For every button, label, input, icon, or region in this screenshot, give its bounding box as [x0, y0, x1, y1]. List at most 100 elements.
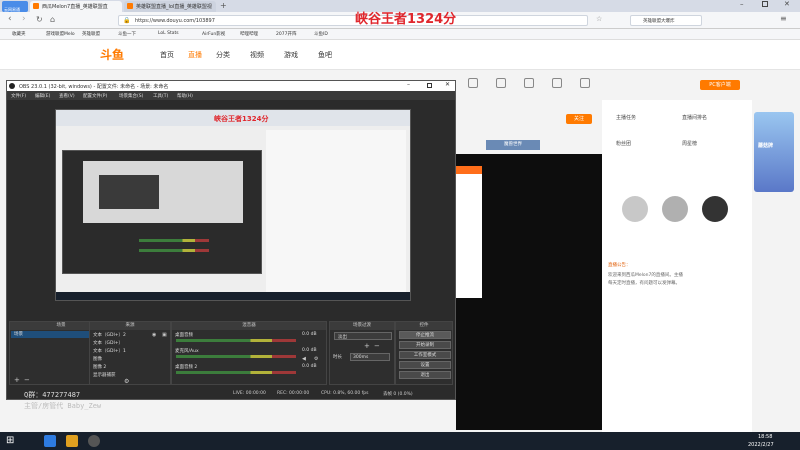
status-cpu: CPU: 0.8%, 60.00 fps: [321, 391, 369, 396]
follow-button[interactable]: 关注: [566, 114, 592, 124]
start-recording-button[interactable]: 开始录制: [399, 341, 451, 349]
avatar[interactable]: [662, 196, 688, 222]
obs-minimize-button[interactable]: –: [407, 81, 410, 88]
gear-icon[interactable]: ⚙: [314, 356, 318, 362]
transition-select-value: 淡出: [338, 335, 347, 340]
bookmark-item[interactable]: 斗鱼一下: [118, 31, 136, 37]
url-field[interactable]: 🔒 https://www.douyu.com/103897: [118, 15, 588, 26]
remove-scene-icon[interactable]: −: [24, 376, 30, 384]
browser-tab[interactable]: 英雄联盟直播_lol直播_英雄联盟视: [124, 1, 216, 12]
source-item[interactable]: 图像 2: [93, 364, 106, 370]
mixer-meter: [176, 371, 296, 374]
obs-taskbar-icon[interactable]: [88, 435, 100, 447]
studio-mode-button[interactable]: 工作室模式: [399, 351, 451, 359]
settings-button[interactable]: 设置: [399, 361, 451, 369]
remove-transition-icon[interactable]: −: [374, 342, 380, 350]
source-item[interactable]: 文本（GDI+）2: [93, 332, 126, 338]
stop-streaming-button[interactable]: 停止推流: [399, 331, 451, 339]
bookmark-item[interactable]: 英雄联盟: [82, 31, 100, 37]
source-item[interactable]: 文本（GDI+）: [93, 340, 123, 346]
side-label: 周星榜: [682, 141, 698, 147]
toolbar-icon[interactable]: [524, 78, 534, 88]
duration-input[interactable]: 300ms: [350, 353, 390, 361]
star-icon[interactable]: ☆: [596, 15, 602, 23]
transition-select[interactable]: 淡出: [334, 332, 392, 340]
moderator-text: 主管/房管代 Baby_Zew: [24, 402, 102, 410]
toolbar-icon[interactable]: [552, 78, 562, 88]
source-item[interactable]: 显示器捕获: [93, 372, 116, 378]
promo-banner[interactable]: 蘑菇牌: [754, 112, 794, 192]
bookmark-item[interactable]: 哔哩哔哩: [240, 31, 258, 37]
obs-menu-item[interactable]: 帮助(H): [177, 93, 193, 99]
add-transition-icon[interactable]: +: [364, 342, 370, 350]
obs-menu-item[interactable]: 编辑(E): [35, 93, 50, 99]
menu-icon[interactable]: ≡: [780, 14, 787, 23]
controls-dock: 控件 停止推流 开始录制 工作室模式 设置 退出: [395, 321, 453, 385]
toolbar-icon[interactable]: [468, 78, 478, 88]
eye-icon[interactable]: ◉: [152, 332, 156, 338]
sources-dock: 来源 文本（GDI+）2 文本（GDI+） 文本（GDI+）1 图像 图像 2 …: [89, 321, 171, 385]
nested-meter: [139, 239, 209, 242]
obs-close-button[interactable]: ✕: [445, 81, 450, 88]
nested-obs-window: [62, 150, 262, 274]
source-item[interactable]: 文本（GDI+）1: [93, 348, 126, 354]
nav-item[interactable]: 游戏: [284, 50, 298, 60]
bookmark-item[interactable]: 游戏联盟Melo: [46, 31, 75, 37]
side-label: 直播间排名: [682, 115, 708, 121]
browser-taskbar-icon[interactable]: [44, 435, 56, 447]
obs-menu-item[interactable]: 工具(T): [153, 93, 168, 99]
gear-icon[interactable]: ⚙: [124, 378, 129, 385]
obs-maximize-button[interactable]: [427, 83, 432, 88]
obs-menu-item[interactable]: 查看(V): [59, 93, 75, 99]
mixer-track-db: 0.0 dB: [302, 348, 317, 353]
nested-preview-inner: [99, 175, 159, 209]
avatar[interactable]: [702, 196, 728, 222]
pc-client-button[interactable]: PC客户端: [700, 80, 740, 90]
refresh-icon[interactable]: ↻: [36, 15, 43, 24]
avatar[interactable]: [622, 196, 648, 222]
lock-icon[interactable]: ▣: [162, 332, 167, 338]
search-box[interactable]: 英雄联盟大爆炸: [630, 15, 702, 26]
obs-menu-item[interactable]: 场景集合(S): [119, 93, 143, 99]
forward-icon[interactable]: ›: [22, 14, 26, 24]
mixer-track-name: 桌面音频 2: [175, 365, 198, 370]
new-tab-button[interactable]: +: [220, 1, 227, 10]
bookmark-item[interactable]: 收藏夹: [12, 31, 26, 37]
nav-item[interactable]: 视频: [250, 50, 264, 60]
toolbar-icon[interactable]: [580, 78, 590, 88]
category-badge-label: 魔兽世界: [504, 142, 522, 147]
browser-address-bar: ‹ › ↻ ⌂ 🔒 https://www.douyu.com/103897 峡…: [0, 12, 800, 29]
chrome-taskbar-icon[interactable]: [66, 435, 78, 447]
add-scene-icon[interactable]: +: [14, 376, 20, 384]
windows-start-icon[interactable]: ⊞: [6, 435, 14, 446]
bookmark-item[interactable]: 2077开阵: [276, 31, 296, 37]
status-rec: REC: 00:00:00: [277, 391, 310, 396]
bookmark-item[interactable]: 斗鱼ID: [314, 31, 328, 37]
taskbar-date: 2022/2/27: [748, 442, 774, 448]
toolbar-icon[interactable]: [496, 78, 506, 88]
back-icon[interactable]: ‹: [8, 14, 12, 24]
nav-item[interactable]: 首页: [160, 50, 174, 60]
obs-menu-item[interactable]: 配置文件(P): [83, 93, 107, 99]
category-badge[interactable]: 魔兽世界: [486, 140, 540, 150]
site-logo[interactable]: 斗鱼: [100, 46, 124, 63]
bookmark-item[interactable]: LoL Stats: [158, 31, 179, 36]
transitions-dock: 场景过渡 淡出 + − 时长 300ms: [329, 321, 395, 385]
nav-item[interactable]: 分类: [216, 50, 230, 60]
browser-tab-active[interactable]: 西瓜Melon7直播_英雄联盟直: [30, 1, 122, 12]
minimize-button[interactable]: –: [740, 0, 744, 8]
browser-logo[interactable]: 云网易通: [2, 1, 28, 12]
source-item[interactable]: 图像: [93, 356, 102, 362]
obs-preview[interactable]: 峡谷王者1324分: [55, 109, 411, 301]
obs-menu-item[interactable]: 文件(F): [11, 93, 26, 99]
speaker-icon[interactable]: ◀: [302, 356, 306, 362]
close-button[interactable]: ✕: [784, 0, 790, 8]
home-icon[interactable]: ⌂: [50, 15, 55, 24]
nav-item[interactable]: 鱼吧: [318, 50, 332, 60]
nav-item[interactable]: 直播: [188, 50, 202, 60]
bookmark-item[interactable]: AirFun影视: [202, 31, 225, 37]
maximize-button[interactable]: [762, 1, 768, 7]
exit-button[interactable]: 退出: [399, 371, 451, 379]
mixer-track-name: 桌面音频: [175, 333, 193, 338]
popup-dialog[interactable]: [456, 166, 482, 298]
